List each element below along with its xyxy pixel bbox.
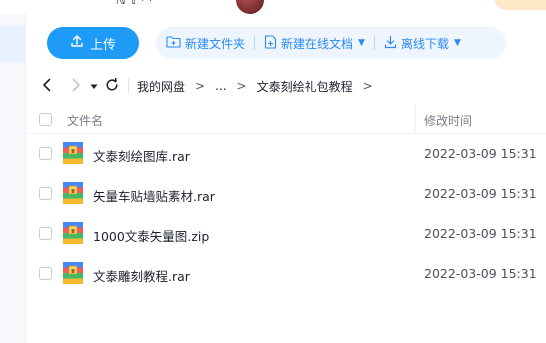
sidebar	[0, 14, 26, 343]
table-row[interactable]: 矢量车贴墙贴素材.rar 2022-03-09 15:31	[26, 174, 546, 214]
breadcrumb-separator: >	[236, 79, 247, 93]
new-doc-label: 新建在线文档	[281, 36, 354, 51]
forward-button[interactable]	[66, 76, 86, 96]
document-plus-icon	[264, 34, 277, 52]
row-checkbox[interactable]	[39, 227, 52, 240]
breadcrumb-current[interactable]: 文泰刻绘礼包教程	[257, 78, 353, 95]
row-checkbox[interactable]	[39, 147, 52, 160]
action-group: 新建文件夹 新建在线文档 ▼ 离线下载 ▼	[156, 27, 506, 59]
refresh-button[interactable]	[102, 76, 122, 96]
caret-down-icon	[90, 79, 98, 93]
select-all-checkbox[interactable]	[39, 113, 52, 126]
top-header: ℕ 𝕐 ꟷ ᄏ ᄏ ᄏ ᄏ ᄏ	[0, 0, 546, 14]
back-button[interactable]	[37, 76, 57, 96]
file-table: 文件名 修改时间 文泰刻绘图库.rar 2022-03-09 15:31 矢量车…	[26, 104, 546, 294]
new-folder-label: 新建文件夹	[185, 36, 246, 51]
file-time: 2022-03-09 15:31	[424, 266, 537, 281]
file-name[interactable]: 文泰刻绘图库.rar	[93, 146, 190, 165]
caret-down-icon: ▼	[453, 38, 461, 48]
upload-button[interactable]: 上传	[47, 27, 139, 59]
column-divider[interactable]	[415, 104, 416, 134]
netdisk-app: ℕ 𝕐 ꟷ ᄏ ᄏ ᄏ ᄏ ᄏ 上传 新建文件夹 新建在线文档 ▼ 离线下载 ▼…	[0, 0, 546, 343]
chevron-left-icon	[42, 78, 52, 95]
avatar[interactable]	[236, 0, 264, 14]
column-header-time[interactable]: 修改时间	[424, 112, 472, 129]
table-header: 文件名 修改时间	[26, 104, 546, 134]
file-name[interactable]: 文泰雕刻教程.rar	[93, 266, 190, 285]
vip-pill[interactable]	[494, 0, 546, 10]
offline-download-button[interactable]: 离线下载 ▼	[384, 35, 461, 52]
file-name[interactable]: 1000文泰矢量图.zip	[93, 226, 209, 245]
toolbar: 上传 新建文件夹 新建在线文档 ▼ 离线下载 ▼	[26, 14, 546, 72]
header-cut-text-2: ᄏ ᄏ	[272, 0, 298, 7]
nav-divider	[128, 78, 129, 94]
file-time: 2022-03-09 15:31	[424, 186, 537, 201]
table-row[interactable]: 文泰刻绘图库.rar 2022-03-09 15:31	[26, 134, 546, 174]
header-cut-text-3: ᄏ ᄏ ᄏ	[386, 0, 427, 7]
file-time: 2022-03-09 15:31	[424, 146, 537, 161]
sidebar-active-item[interactable]	[0, 26, 26, 62]
refresh-icon	[105, 77, 119, 95]
breadcrumb-separator: >	[362, 79, 373, 93]
new-folder-button[interactable]: 新建文件夹	[166, 35, 245, 52]
archive-file-icon	[63, 182, 83, 204]
action-separator	[373, 36, 375, 50]
table-row[interactable]: 1000文泰矢量图.zip 2022-03-09 15:31	[26, 214, 546, 254]
row-checkbox[interactable]	[39, 267, 52, 280]
offline-download-label: 离线下载	[400, 36, 449, 51]
upload-icon	[70, 34, 84, 52]
download-icon	[384, 35, 397, 52]
header-cut-text-1: ℕ 𝕐 ꟷ	[116, 0, 152, 7]
folder-plus-icon	[166, 35, 181, 51]
breadcrumb-bar: 我的网盘 > ... > 文泰刻绘礼包教程 >	[26, 72, 546, 100]
action-separator	[254, 36, 256, 50]
archive-file-icon	[63, 262, 83, 284]
breadcrumb-root[interactable]: 我的网盘	[137, 78, 185, 95]
row-checkbox[interactable]	[39, 187, 52, 200]
archive-file-icon	[63, 222, 83, 244]
caret-down-icon: ▼	[358, 38, 365, 48]
history-dropdown[interactable]	[86, 76, 102, 96]
new-doc-button[interactable]: 新建在线文档 ▼	[264, 34, 365, 52]
breadcrumb-ellipsis[interactable]: ...	[215, 79, 226, 93]
file-name[interactable]: 矢量车贴墙贴素材.rar	[93, 186, 215, 205]
file-time: 2022-03-09 15:31	[424, 226, 537, 241]
chevron-right-icon	[71, 78, 81, 95]
archive-file-icon	[63, 142, 83, 164]
upload-label: 上传	[89, 37, 116, 53]
breadcrumb-separator: >	[195, 79, 206, 93]
column-header-name[interactable]: 文件名	[67, 112, 103, 129]
table-row[interactable]: 文泰雕刻教程.rar 2022-03-09 15:31	[26, 254, 546, 294]
